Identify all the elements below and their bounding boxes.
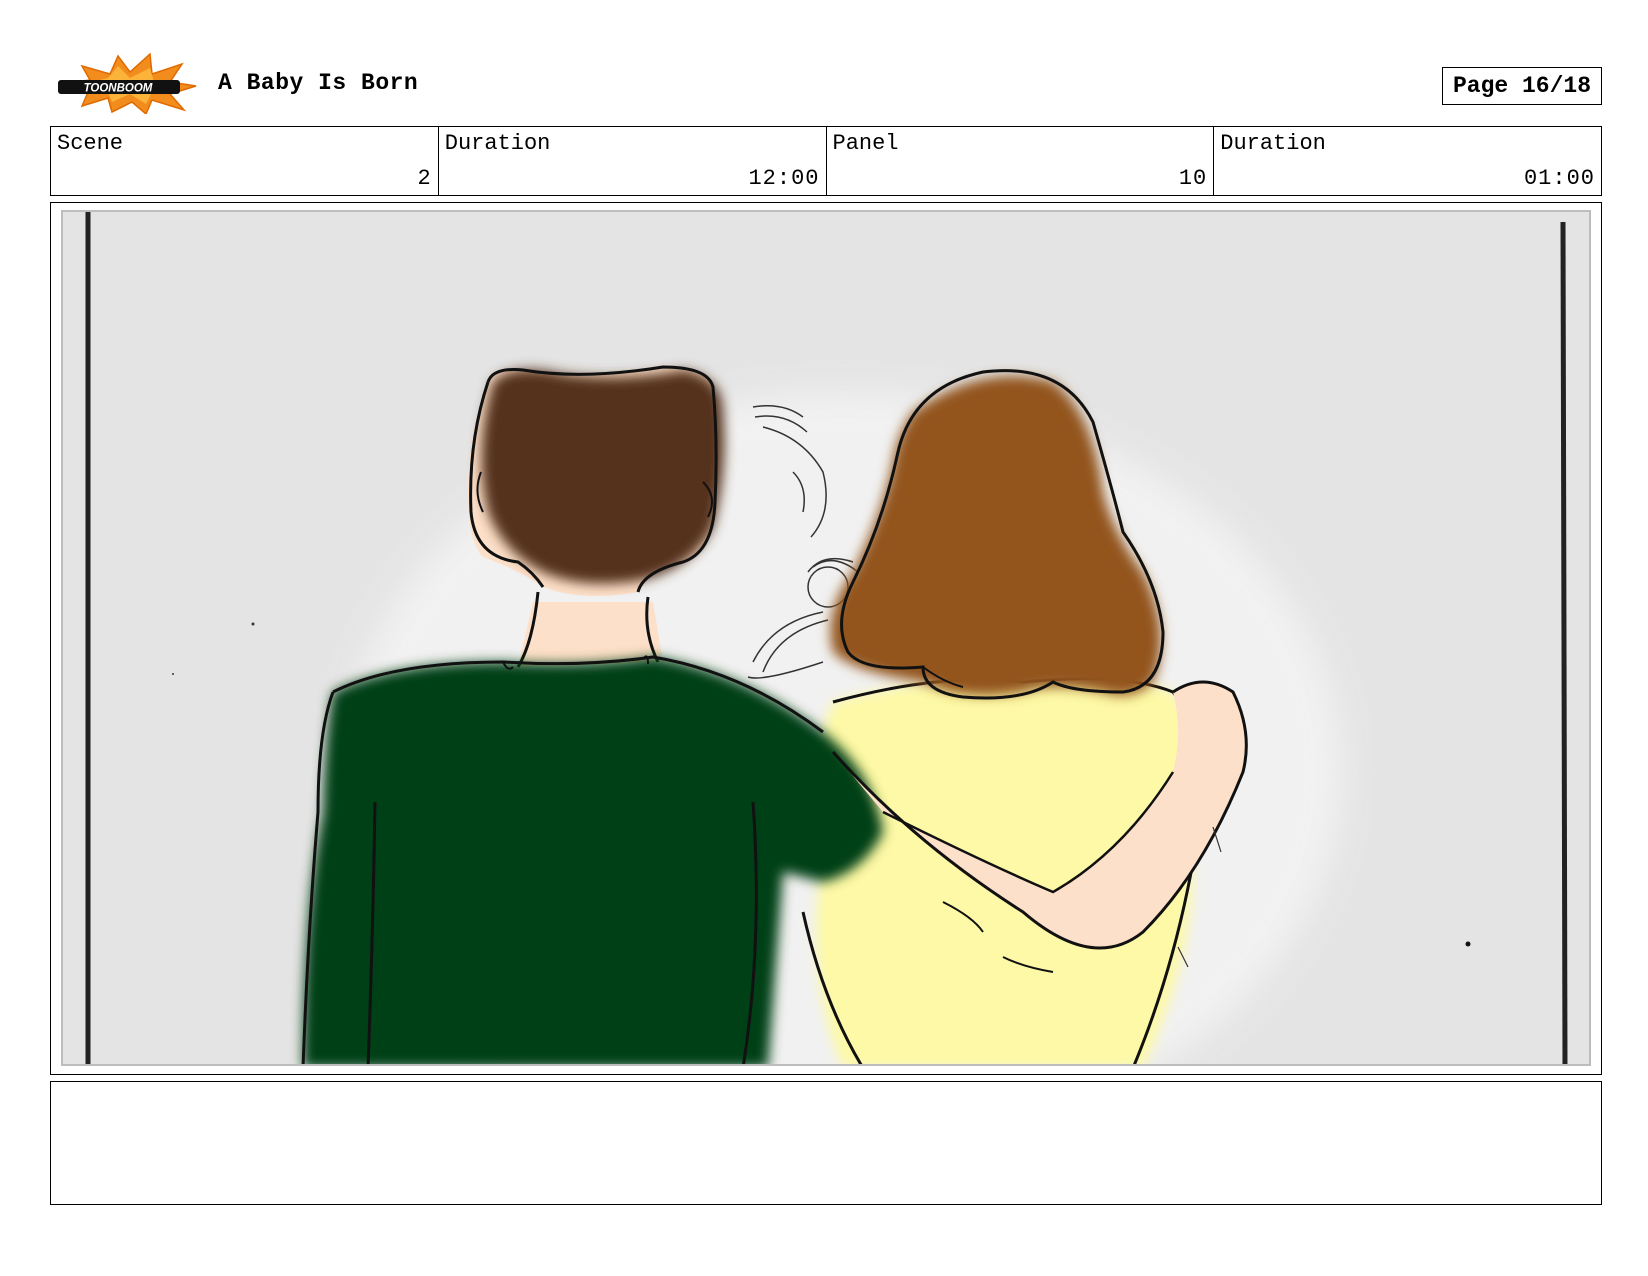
scene-duration-label: Duration <box>444 131 551 156</box>
logo-text: TOONBOOM <box>84 83 153 95</box>
panel-duration-cell: Duration 01:00 <box>1214 127 1601 195</box>
panel-value: 10 <box>1178 166 1208 191</box>
panel-label: Panel <box>832 131 899 156</box>
storyboard-panel-image <box>61 210 1591 1066</box>
scene-label: Scene <box>57 131 124 156</box>
panel-cell: Panel 10 <box>827 127 1215 195</box>
scene-value: 2 <box>417 166 432 191</box>
panel-notes-box <box>50 1081 1602 1205</box>
storyboard-panel-frame <box>50 202 1602 1075</box>
page-number: Page 16/18 <box>1442 67 1602 105</box>
scene-cell: Scene 2 <box>51 127 439 195</box>
toonboom-logo: TOONBOOM <box>58 52 197 114</box>
panel-duration-value: 01:00 <box>1523 166 1595 191</box>
panel-duration-label: Duration <box>1220 131 1326 156</box>
man-hair <box>481 369 725 584</box>
scene-duration-value: 12:00 <box>748 166 820 191</box>
scene-info-table: Scene 2 Duration 12:00 Panel 10 Duration… <box>50 126 1602 196</box>
scene-duration-cell: Duration 12:00 <box>439 127 827 195</box>
document-title: A Baby Is Born <box>218 70 419 96</box>
